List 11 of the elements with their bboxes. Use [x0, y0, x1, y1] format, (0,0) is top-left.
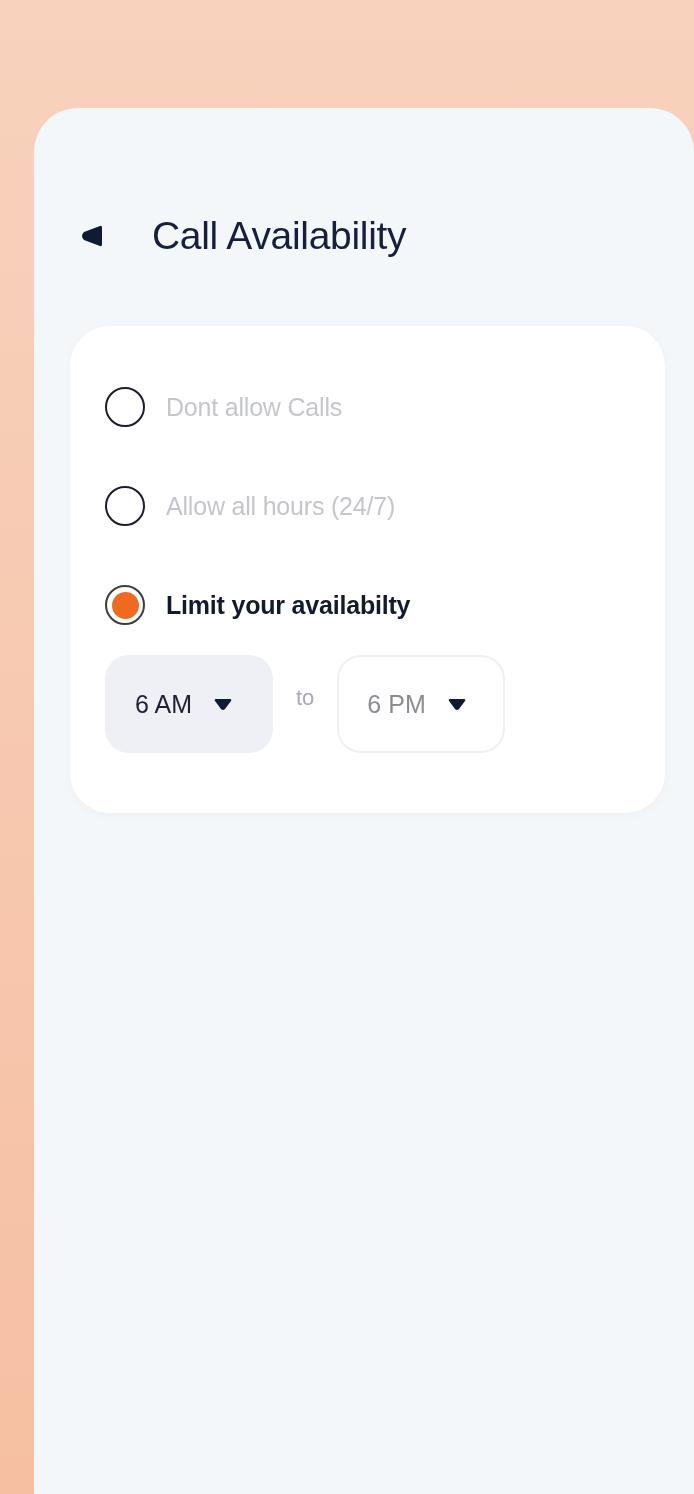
- time-dropdown[interactable]: 6 AM: [105, 655, 273, 753]
- caret-icon: [214, 697, 232, 711]
- radio-button[interactable]: [105, 486, 145, 526]
- screen-title: Call Availability: [152, 214, 407, 258]
- radio-button[interactable]: [105, 585, 145, 625]
- radio-button[interactable]: [105, 387, 145, 427]
- caret-icon: [447, 697, 466, 711]
- option-label: Allow all hours (24/7): [166, 491, 396, 521]
- option-label: Limit your availabilty: [166, 590, 411, 620]
- option-label: Dont allow Calls: [166, 392, 343, 422]
- separator-label: to: [296, 685, 315, 711]
